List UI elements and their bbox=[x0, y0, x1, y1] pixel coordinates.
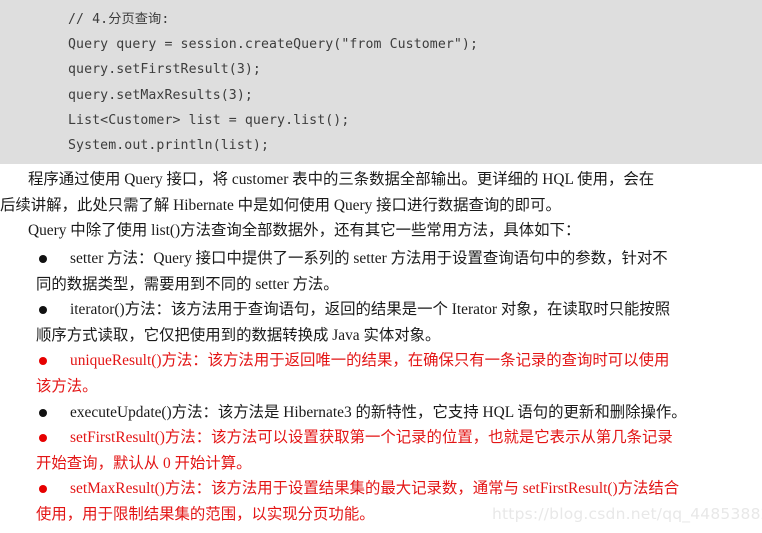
paragraph-line: 程序通过使用 Query 接口，将 customer 表中的三条数据全部输出。更… bbox=[28, 171, 655, 189]
paragraph-line: 后续讲解，此处只需了解 Hibernate 中是如何使用 Query 接口进行数… bbox=[0, 196, 561, 214]
list-item: executeUpdate()方法：该方法是 Hibernate3 的新特性，它… bbox=[0, 400, 762, 426]
code-line: List<Customer> list = query.list(); bbox=[68, 112, 350, 128]
list-item-line: executeUpdate()方法：该方法是 Hibernate3 的新特性，它… bbox=[70, 403, 687, 421]
list-item-line: setMaxResult()方法：该方法用于设置结果集的最大记录数，通常与 se… bbox=[70, 480, 680, 498]
list-item-line: iterator()方法：该方法用于查询语句，返回的结果是一个 Iterator… bbox=[70, 301, 671, 319]
paragraph-line: Query 中除了使用 list()方法查询全部数据外，还有其它一些常用方法，具… bbox=[28, 222, 581, 240]
list-item-line: uniqueResult()方法：该方法用于返回唯一的结果，在确保只有一条记录的… bbox=[70, 352, 670, 370]
bullet-dot-icon bbox=[39, 255, 47, 263]
bullet-dot-icon bbox=[39, 306, 47, 315]
list-item-line: 该方法。 bbox=[36, 377, 98, 395]
bullet-dot-icon bbox=[39, 485, 47, 494]
code-line: query.setMaxResults(3); bbox=[68, 87, 253, 103]
code-line: // 4.分页查询: bbox=[68, 12, 170, 27]
method-bullet-list: setter 方法：Query 接口中提供了一系列的 setter 方法用于设置… bbox=[0, 246, 762, 528]
list-item-line: 同的数据类型，需要用到不同的 setter 方法。 bbox=[36, 275, 339, 293]
bullet-dot-icon bbox=[39, 357, 47, 366]
list-item: setFirstResult()方法：该方法可以设置获取第一个记录的位置，也就是… bbox=[0, 425, 762, 476]
code-line: System.out.println(list); bbox=[68, 138, 269, 154]
list-item: setMaxResult()方法：该方法用于设置结果集的最大记录数，通常与 se… bbox=[0, 476, 762, 527]
list-item: setter 方法：Query 接口中提供了一系列的 setter 方法用于设置… bbox=[0, 246, 762, 297]
code-line: query.setFirstResult(3); bbox=[68, 62, 261, 78]
prose-section: 程序通过使用 Query 接口，将 customer 表中的三条数据全部输出。更… bbox=[0, 167, 762, 244]
list-item-line: 开始查询，默认从 0 开始计算。 bbox=[36, 454, 252, 472]
code-block: // 4.分页查询: Query query = session.createQu… bbox=[0, 0, 762, 165]
code-line: Query query = session.createQuery("from … bbox=[68, 37, 479, 53]
list-item-line: setter 方法：Query 接口中提供了一系列的 setter 方法用于设置… bbox=[70, 250, 668, 267]
bullet-dot-icon bbox=[39, 434, 47, 443]
list-item: iterator()方法：该方法用于查询语句，返回的结果是一个 Iterator… bbox=[0, 297, 762, 348]
bullet-dot-icon bbox=[39, 408, 47, 417]
document-page: // 4.分页查询: Query query = session.createQu… bbox=[0, 0, 762, 528]
list-item-line: 顺序方式读取，它仅把使用到的数据转换成 Java 实体对象。 bbox=[36, 326, 441, 344]
list-item: uniqueResult()方法：该方法用于返回唯一的结果，在确保只有一条记录的… bbox=[0, 348, 762, 399]
list-item-line: setFirstResult()方法：该方法可以设置获取第一个记录的位置，也就是… bbox=[70, 429, 673, 447]
list-item-line: 使用，用于限制结果集的范围，以实现分页功能。 bbox=[36, 505, 375, 523]
